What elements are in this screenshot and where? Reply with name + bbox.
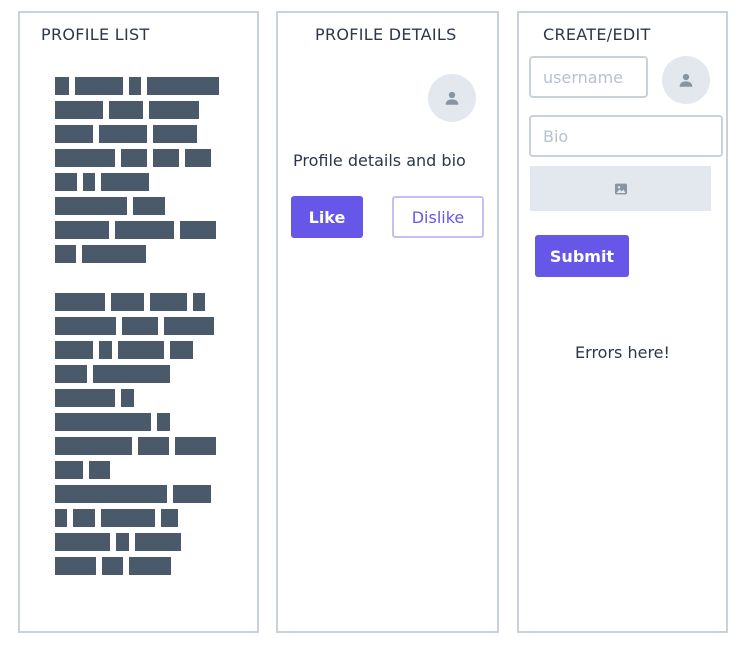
- profile-list-panel: PROFILE LIST: [18, 11, 259, 633]
- submit-button[interactable]: Submit: [535, 235, 629, 277]
- skeleton-text-block: [55, 293, 220, 581]
- profile-details-panel: PROFILE DETAILS Profile details and bio …: [276, 11, 499, 633]
- like-button[interactable]: Like: [291, 196, 363, 238]
- create-edit-panel: CREATE/EDIT Submit Errors here!: [517, 11, 728, 633]
- profile-details-title: PROFILE DETAILS: [315, 25, 457, 44]
- profile-list-title: PROFILE LIST: [41, 25, 150, 44]
- username-input[interactable]: [529, 56, 648, 98]
- image-upload-dropzone[interactable]: [530, 166, 711, 211]
- profile-avatar: [428, 74, 476, 122]
- create-edit-title: CREATE/EDIT: [543, 25, 651, 44]
- skeleton-text-block: [55, 77, 220, 269]
- bio-input[interactable]: [529, 115, 723, 157]
- user-icon: [679, 73, 693, 87]
- profile-details-text: Profile details and bio: [293, 151, 466, 170]
- edit-avatar[interactable]: [662, 56, 710, 104]
- image-icon: [614, 183, 627, 194]
- user-icon: [445, 91, 459, 105]
- dislike-button[interactable]: Dislike: [392, 196, 484, 238]
- errors-message: Errors here!: [575, 343, 670, 362]
